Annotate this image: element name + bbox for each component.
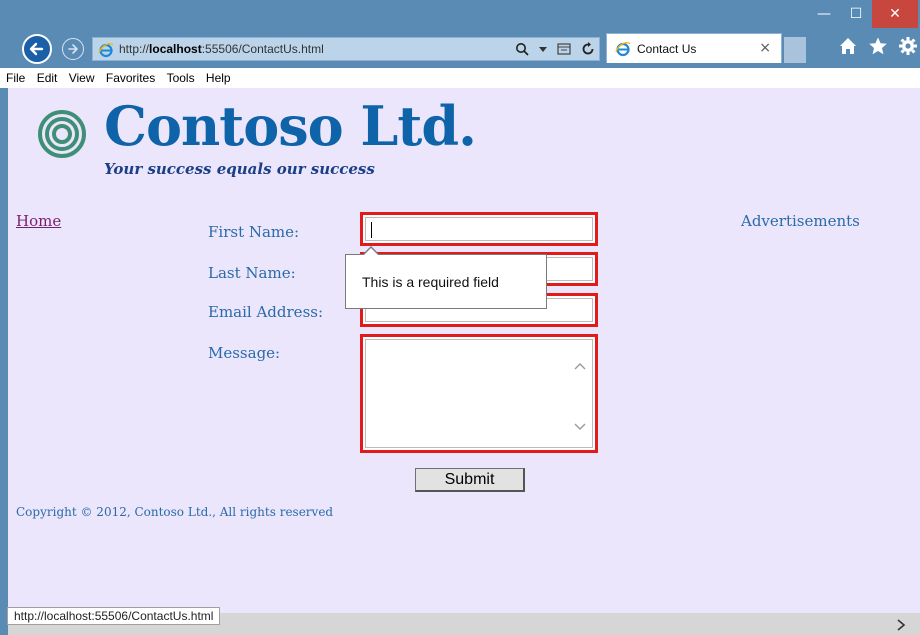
first-name-input[interactable] — [365, 217, 593, 241]
page-content: Contoso Ltd. Your success equals our suc… — [8, 88, 920, 635]
browser-toolbar-icons — [838, 36, 918, 56]
submit-button[interactable]: Submit — [415, 468, 525, 492]
url-host: localhost — [149, 42, 202, 56]
url-path: :55506/ContactUs.html — [201, 42, 324, 56]
contoso-logo-icon — [38, 110, 86, 158]
message-label: Message: — [208, 344, 281, 362]
ie-logo-icon — [615, 42, 631, 57]
url-text[interactable]: http://localhost:55506/ContactUs.html — [119, 42, 324, 56]
chevron-right-icon[interactable] — [896, 619, 906, 631]
tooltip-pointer-fill — [363, 248, 379, 256]
browser-chrome: — ☐ ✕ http://localhost:55506/ContactUs.h… — [0, 0, 920, 68]
forward-button[interactable] — [62, 38, 84, 60]
favorites-star-icon[interactable] — [868, 36, 888, 56]
window-left-border — [0, 88, 8, 635]
scroll-up-icon[interactable] — [574, 362, 586, 370]
address-bar[interactable]: http://localhost:55506/ContactUs.html — [92, 37, 600, 61]
url-prefix: http:// — [119, 42, 150, 56]
home-icon[interactable] — [838, 36, 858, 56]
scroll-down-icon[interactable] — [574, 423, 586, 431]
minimize-button[interactable]: — — [810, 0, 838, 28]
new-tab-button[interactable] — [784, 37, 806, 63]
gear-icon[interactable] — [898, 36, 918, 56]
arrow-right-icon — [68, 44, 78, 54]
advertisements-heading: Advertisements — [741, 212, 860, 230]
close-window-button[interactable]: ✕ — [872, 0, 918, 28]
email-label: Email Address: — [208, 303, 324, 321]
menu-help[interactable]: Help — [206, 71, 231, 85]
tab-close-button[interactable]: × — [759, 40, 771, 56]
tab-title: Contact Us — [637, 42, 697, 56]
refresh-icon[interactable] — [581, 42, 595, 56]
tooltip-text: This is a required field — [362, 274, 499, 290]
menu-file[interactable]: File — [6, 71, 25, 85]
compatibility-view-icon[interactable] — [557, 42, 571, 56]
menu-view[interactable]: View — [69, 71, 95, 85]
menu-bar: File Edit View Favorites Tools Help — [0, 68, 920, 88]
first-name-label: First Name: — [208, 223, 300, 241]
arrow-left-icon — [29, 42, 44, 56]
search-icon[interactable] — [515, 42, 529, 56]
message-textarea[interactable] — [365, 339, 593, 448]
address-bar-actions — [515, 40, 595, 58]
last-name-label: Last Name: — [208, 264, 296, 282]
site-tagline: Your success equals our success — [104, 160, 375, 178]
validation-tooltip: This is a required field — [345, 246, 547, 309]
tab-contact-us[interactable]: Contact Us × — [606, 33, 782, 63]
status-bar-url: http://localhost:55506/ContactUs.html — [7, 607, 221, 625]
back-button[interactable] — [22, 34, 52, 64]
first-name-field[interactable] — [360, 212, 598, 246]
maximize-button[interactable]: ☐ — [842, 0, 870, 28]
menu-tools[interactable]: Tools — [167, 71, 195, 85]
text-caret — [371, 222, 372, 238]
ie-logo-icon — [98, 43, 114, 58]
nav-home-link[interactable]: Home — [16, 212, 61, 230]
site-brand: Contoso Ltd. — [104, 94, 477, 158]
copyright-text: Copyright © 2012, Contoso Ltd., All righ… — [16, 505, 334, 519]
dropdown-arrow-icon[interactable] — [539, 45, 547, 53]
menu-edit[interactable]: Edit — [37, 71, 58, 85]
menu-favorites[interactable]: Favorites — [106, 71, 155, 85]
message-field[interactable] — [360, 334, 598, 453]
